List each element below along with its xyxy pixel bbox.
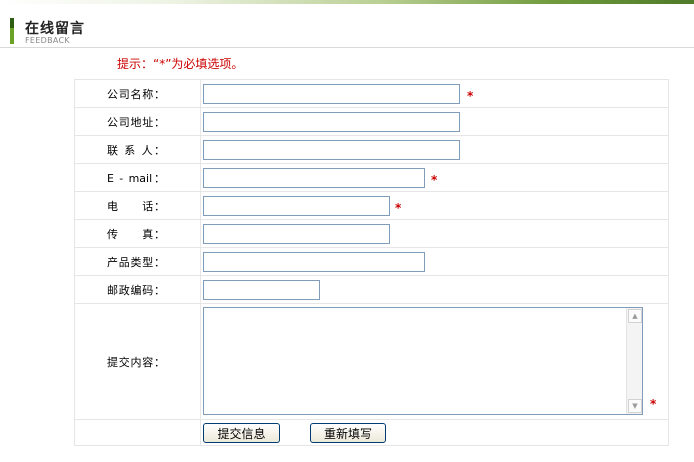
title-accent-bar — [10, 18, 14, 44]
content-textarea[interactable]: ▲ ▼ — [203, 307, 643, 415]
form-row-fax: 传 真： — [74, 219, 669, 248]
page-subtitle: FEEDBACK — [25, 36, 70, 45]
form-row-postcode: 邮政编码： — [74, 275, 669, 304]
form-row-buttons: 提交信息 重新填写 — [74, 419, 669, 446]
form-row-product-type: 产品类型： — [74, 247, 669, 276]
email-label: E - mail： — [107, 171, 165, 185]
required-asterisk: * — [431, 173, 438, 187]
postcode-input[interactable] — [203, 280, 320, 300]
company-name-label: 公司名称： — [107, 87, 165, 101]
product-type-input[interactable] — [203, 252, 425, 272]
content-label: 提交内容： — [107, 355, 165, 369]
contact-input[interactable] — [203, 140, 460, 160]
postcode-label: 邮政编码： — [107, 283, 165, 297]
top-banner-strip — [0, 0, 694, 4]
email-input[interactable] — [203, 168, 425, 188]
company-address-label: 公司地址： — [107, 115, 165, 129]
reset-button[interactable]: 重新填写 — [310, 423, 386, 443]
submit-button[interactable]: 提交信息 — [203, 423, 280, 443]
required-asterisk: * — [650, 397, 657, 411]
page-title: 在线留言 — [25, 21, 85, 37]
form-row-email: E - mail： * — [74, 163, 669, 192]
form-row-phone: 电 话： * — [74, 191, 669, 220]
header-divider — [0, 47, 694, 48]
required-asterisk: * — [467, 89, 474, 103]
company-address-input[interactable] — [203, 112, 460, 132]
phone-label: 电 话： — [107, 199, 165, 213]
required-asterisk: * — [395, 201, 402, 215]
form-row-contact: 联 系 人： — [74, 135, 669, 164]
contact-label: 联 系 人： — [107, 143, 165, 157]
fax-input[interactable] — [203, 224, 390, 244]
product-type-label: 产品类型： — [107, 255, 165, 269]
company-name-input[interactable] — [203, 84, 460, 104]
fax-label: 传 真： — [107, 227, 165, 241]
required-hint: 提示：“*”为必填选项。 — [117, 57, 244, 71]
form-row-content: 提交内容： ▲ ▼ * — [74, 303, 669, 420]
scroll-up-icon[interactable]: ▲ — [628, 309, 642, 323]
textarea-scrollbar[interactable]: ▲ ▼ — [626, 308, 642, 414]
form-row-company-name: 公司名称： * — [74, 79, 669, 108]
form-row-company-address: 公司地址： — [74, 107, 669, 136]
phone-input[interactable] — [203, 196, 390, 216]
scroll-down-icon[interactable]: ▼ — [628, 399, 642, 413]
feedback-form: 公司名称： * 公司地址： 联 系 人： E - mail： * 电 话： * … — [74, 79, 669, 446]
